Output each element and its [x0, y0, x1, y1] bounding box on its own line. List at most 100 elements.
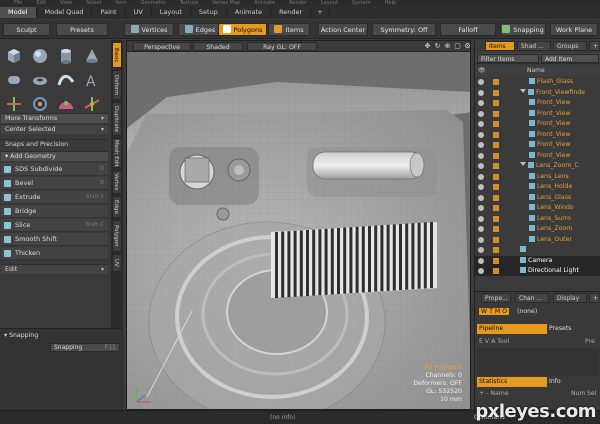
item-lock-icon[interactable]: [493, 257, 499, 264]
snapping-toggle[interactable]: Snapping: [500, 23, 546, 36]
visibility-eye-icon[interactable]: [478, 89, 484, 96]
item-lock-icon[interactable]: [493, 89, 499, 96]
snapping-button[interactable]: Snapping F11: [50, 343, 120, 352]
vtab-deform[interactable]: Deform: [112, 70, 122, 100]
visibility-eye-icon[interactable]: [478, 152, 484, 159]
layout-tab--[interactable]: +: [311, 7, 330, 18]
layout-tab-uv[interactable]: UV: [126, 7, 152, 18]
item-row[interactable]: Flash_Glass: [475, 77, 600, 87]
visibility-eye-icon[interactable]: [478, 257, 484, 264]
visibility-eye-icon[interactable]: [478, 226, 484, 232]
visibility-eye-icon[interactable]: [478, 268, 484, 274]
item-row[interactable]: Lens_Lens: [475, 171, 600, 182]
item-row[interactable]: Front_View: [475, 119, 600, 129]
tool-smooth-shift[interactable]: Smooth Shift: [1, 233, 108, 246]
tool-slice[interactable]: Slice Shift-C: [1, 219, 108, 232]
visibility-eye-icon[interactable]: [478, 131, 484, 138]
statistics-tab[interactable]: Statistics: [477, 377, 547, 387]
visibility-eye-icon[interactable]: [478, 173, 484, 180]
tab-groups[interactable]: Groups: [553, 41, 587, 51]
transform-icon[interactable]: [82, 94, 102, 114]
filter-items-dropdown[interactable]: Filter Items: [477, 54, 539, 63]
item-row[interactable]: Directional Light: [475, 266, 600, 276]
tool-bevel[interactable]: Bevel B: [1, 177, 108, 190]
rotate-icon[interactable]: [30, 94, 50, 114]
rotate-view-icon[interactable]: ↻: [433, 42, 442, 51]
item-lock-icon[interactable]: [493, 184, 499, 190]
item-row[interactable]: Lens_Zoom_C: [475, 161, 600, 171]
item-row[interactable]: Lens_Holde: [475, 182, 600, 192]
visibility-eye-icon[interactable]: [478, 194, 484, 201]
3d-viewport[interactable]: Perspective Shaded Ray GL: OFF ✥ ↻ ⊕ ▢ ⚙: [126, 40, 471, 410]
visibility-eye-icon[interactable]: [478, 142, 484, 148]
tab-properties[interactable]: Prope...: [481, 293, 511, 303]
tab-items[interactable]: Items: [485, 41, 515, 51]
info-tab[interactable]: Info: [549, 377, 561, 387]
viewport-options-icon[interactable]: ⚙: [463, 42, 470, 51]
raygl-dropdown[interactable]: Ray GL: OFF: [247, 42, 317, 51]
action-center-dropdown[interactable]: Action Center: [318, 23, 368, 36]
expand-arrow-icon[interactable]: [520, 88, 526, 93]
item-lock-icon[interactable]: [493, 121, 499, 127]
item-lock-icon[interactable]: [493, 163, 499, 169]
items-button[interactable]: Items: [268, 23, 310, 36]
item-row[interactable]: Front_View: [475, 108, 600, 119]
transform-mode-row[interactable]: W T M O (none): [479, 307, 600, 317]
item-row[interactable]: Front_View: [475, 150, 600, 161]
item-row[interactable]: Front_View: [475, 140, 600, 150]
visibility-eye-icon[interactable]: [478, 205, 484, 211]
maximize-view-icon[interactable]: ▢: [453, 42, 462, 51]
vertices-button[interactable]: Vertices: [124, 23, 174, 36]
item-row[interactable]: Lens_Glass: [475, 192, 600, 203]
visibility-eye-icon[interactable]: [478, 100, 484, 106]
item-row[interactable]: Camera: [475, 255, 600, 266]
visibility-eye-icon[interactable]: [478, 236, 484, 243]
item-row[interactable]: Lens_Surro: [475, 213, 600, 224]
tool-thicken[interactable]: Thicken: [1, 247, 108, 260]
item-lock-icon[interactable]: [493, 173, 499, 180]
shading-dropdown[interactable]: Shaded: [193, 42, 243, 51]
move-view-icon[interactable]: ✥: [423, 42, 432, 51]
layout-tab-model[interactable]: Model: [0, 7, 37, 18]
vtab-vertex[interactable]: Vertex: [112, 170, 122, 194]
item-lock-icon[interactable]: [493, 79, 499, 85]
item-lock-icon[interactable]: [493, 152, 499, 159]
tool-extrude[interactable]: Extrude Shift-X: [1, 191, 108, 204]
item-row[interactable]: Front_View: [475, 129, 600, 140]
scale-icon[interactable]: [56, 94, 76, 114]
item-row[interactable]: Front_View: [475, 98, 600, 108]
presets-tab[interactable]: Presets: [549, 324, 572, 334]
tab-channels[interactable]: Chan ...: [515, 293, 549, 303]
cone-icon[interactable]: [82, 46, 102, 66]
vtab-basic[interactable]: Basic: [112, 42, 122, 68]
item-lock-icon[interactable]: [493, 215, 499, 222]
presets-button[interactable]: Presets: [56, 23, 108, 36]
item-lock-icon[interactable]: [493, 236, 499, 243]
layout-tab-animate[interactable]: Animate: [227, 7, 272, 18]
item-row[interactable]: [475, 245, 600, 255]
vtab-mesh-edit[interactable]: Mesh Edit: [112, 138, 122, 168]
tool-bridge[interactable]: Bridge: [1, 205, 108, 218]
layout-tab-setup[interactable]: Setup: [191, 7, 227, 18]
vtab-edge[interactable]: Edge: [112, 196, 122, 218]
visibility-eye-icon[interactable]: [478, 79, 484, 85]
item-lock-icon[interactable]: [493, 268, 499, 274]
visibility-eye-icon[interactable]: [478, 163, 484, 169]
layout-tab-render[interactable]: Render: [271, 7, 312, 18]
item-lock-icon[interactable]: [493, 205, 499, 211]
item-row[interactable]: Lens_Outer: [475, 234, 600, 245]
tab-shader[interactable]: Shad ...: [517, 41, 551, 51]
visibility-eye-icon[interactable]: [478, 110, 484, 117]
cylinder-icon[interactable]: [56, 46, 76, 66]
item-lock-icon[interactable]: [493, 110, 499, 117]
symmetry-dropdown[interactable]: Symmetry: Off: [372, 23, 436, 36]
item-lock-icon[interactable]: [493, 194, 499, 201]
item-lock-icon[interactable]: [493, 226, 499, 232]
center-selected-dropdown[interactable]: Center Selected ▾: [1, 124, 108, 134]
visibility-eye-icon[interactable]: [478, 247, 484, 253]
sphere-icon[interactable]: [30, 46, 50, 66]
tab-display[interactable]: Display: [553, 293, 587, 303]
visibility-eye-icon[interactable]: [478, 184, 484, 190]
item-lock-icon[interactable]: [493, 131, 499, 138]
torus-icon[interactable]: [30, 70, 50, 90]
